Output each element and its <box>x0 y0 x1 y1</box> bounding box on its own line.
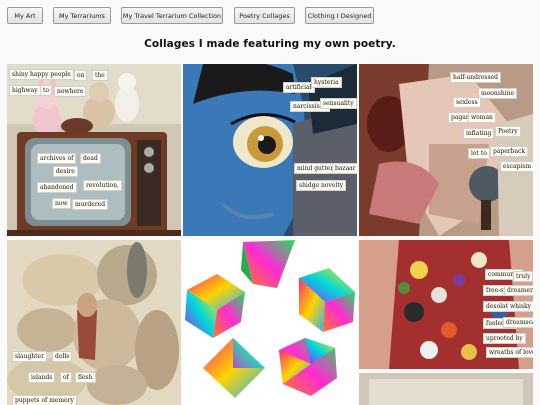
tv-word: desire <box>53 166 78 177</box>
nav-my-art-button[interactable]: My Art <box>7 7 43 24</box>
tv-word: archives of <box>37 153 77 164</box>
buttons-word: dreamers <box>504 285 533 296</box>
collage-tv[interactable]: shiny happy people on the highway to now… <box>7 64 181 236</box>
woman-word: Poetry <box>495 126 521 137</box>
face-word: artificial <box>283 82 315 93</box>
buttons-word: wreaths of lovers <box>486 347 533 358</box>
tv-word: revolution, <box>83 180 122 191</box>
nav-travel-terrarium-button[interactable]: My Travel Terrarium Collection <box>121 7 223 24</box>
tv-word: dead <box>80 153 101 164</box>
buttons-word: whisky <box>507 301 533 312</box>
woman-word: moonshine <box>478 88 518 99</box>
face-word: sensuality <box>320 98 357 109</box>
woman-word: escapism <box>500 161 533 172</box>
face-word: hysteria <box>311 77 342 88</box>
tv-word: murdered <box>72 199 109 210</box>
collage-woman[interactable]: half-undressed moonshine sexless pagan w… <box>359 64 533 236</box>
tv-word: highway <box>9 85 41 96</box>
tv-word: shiny happy people <box>9 69 74 80</box>
cubes-image <box>185 240 355 398</box>
buttons-word: truly <box>513 271 533 282</box>
collage-partial[interactable] <box>359 373 533 405</box>
woman-word: sexless <box>453 97 481 108</box>
woman-word: half-undressed <box>450 72 501 83</box>
face-word: bazaar <box>332 163 357 174</box>
tv-word: to <box>40 85 53 96</box>
tv-word: now <box>52 198 71 209</box>
tv-word: the <box>92 70 108 81</box>
woman-word: inflating <box>463 128 495 139</box>
face-word: mind gutter <box>294 163 337 174</box>
nav-my-terrariums-button[interactable]: My Terrariums <box>53 7 111 24</box>
woman-word: woman <box>468 112 496 123</box>
nav-poetry-collages-button[interactable]: Poetry Collages <box>234 7 295 24</box>
tv-word: on <box>74 70 88 81</box>
yarn-word: islands <box>28 372 56 383</box>
partial-collage-image <box>359 373 533 405</box>
yarn-word: puppets of memory <box>12 395 77 405</box>
woman-word: paperback <box>490 146 529 157</box>
face-word: sludge novelty <box>296 180 347 191</box>
collage-yarn[interactable]: slaughter dolls islands of flesh puppets… <box>7 240 181 405</box>
buttons-word: dreamscapes <box>503 317 533 328</box>
collage-buttons[interactable]: communal truly free-spirited dreamers de… <box>359 240 533 369</box>
yarn-word: dolls <box>52 351 73 362</box>
tv-word: abandoned <box>37 182 77 193</box>
yarn-word: of <box>60 372 72 383</box>
yarn-word: flesh <box>75 372 96 383</box>
woman-word: lot to <box>468 148 490 159</box>
collage-cubes[interactable] <box>183 240 357 405</box>
page-title: Collages I made featuring my own poetry. <box>144 38 396 50</box>
buttons-word: uprooted by <box>483 333 526 344</box>
face-collage-image <box>183 64 357 236</box>
yarn-word: slaughter <box>12 351 47 362</box>
collage-face[interactable]: artificial hysteria narcissistic sensual… <box>183 64 357 236</box>
nav-clothing-button[interactable]: Clothing I Designed <box>305 7 374 24</box>
tv-word: nowhere <box>54 86 87 97</box>
